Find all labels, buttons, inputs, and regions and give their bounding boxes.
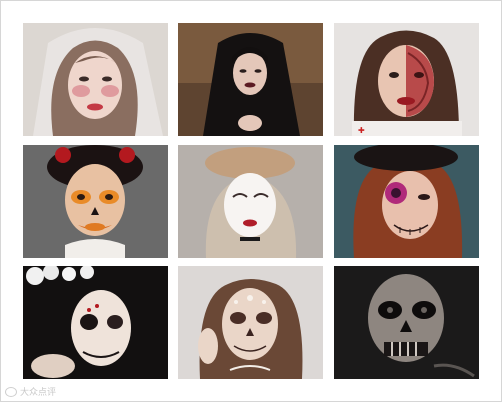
collage-frame: ✚ 大众点评 [0,0,502,402]
watermark-logo-text: 大众点评 [20,387,57,397]
photo-bride-veil [23,23,168,136]
photo-beret-mime [178,145,323,258]
watermark-logo: 大众点评 [5,385,56,398]
photo-half-face-wound: ✚ [334,23,479,136]
photo-dark-skeleton [334,266,479,379]
photo-floral-crown-skull [23,266,168,379]
svg-text:✚: ✚ [358,126,365,135]
photo-pumpkin-clown [23,145,168,258]
photo-flower-eye-skull [334,145,479,258]
photo-black-veil [178,23,323,136]
watermark-eye-icon [5,386,17,397]
photo-pearl-sugar-skull [178,266,323,379]
